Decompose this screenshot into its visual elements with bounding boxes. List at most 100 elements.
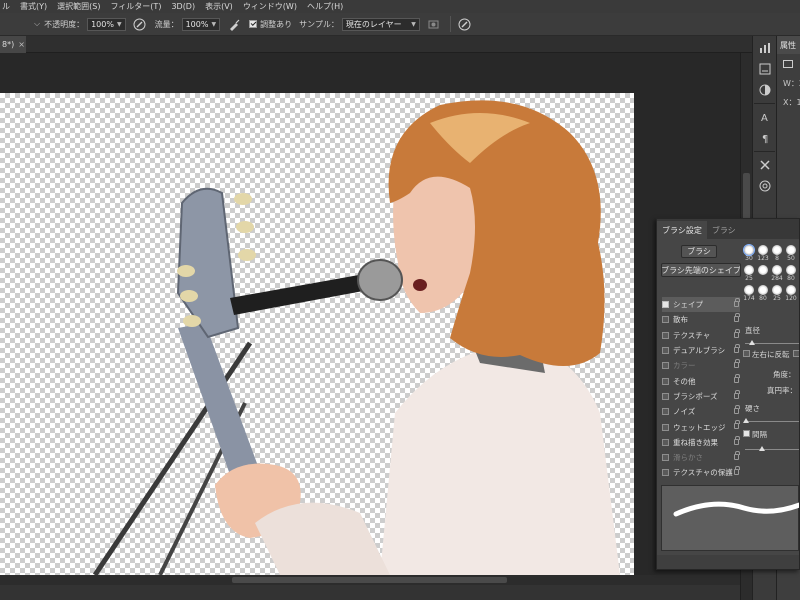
aligned-option[interactable]: 調整あり	[249, 19, 292, 30]
brush-option-row[interactable]: テクスチャの保護	[662, 465, 740, 480]
brush-option-checkbox[interactable]	[662, 454, 669, 462]
brush-tip-preset[interactable]: 8	[771, 245, 783, 263]
brush-option-checkbox[interactable]	[662, 316, 669, 324]
brush-option-checkbox[interactable]	[662, 377, 669, 385]
brush-option-checkbox[interactable]	[662, 469, 669, 477]
lock-icon[interactable]	[734, 374, 740, 384]
brushes-button[interactable]: ブラシ	[681, 245, 717, 258]
brush-option-checkbox[interactable]	[662, 392, 669, 400]
brush-option-checkbox[interactable]	[662, 438, 669, 446]
tool-presets-icon[interactable]	[755, 156, 775, 174]
ignore-adjustment-layers-icon[interactable]	[427, 17, 441, 31]
hardness-slider[interactable]	[745, 421, 799, 422]
spacing-slider[interactable]	[745, 449, 799, 450]
history-icon[interactable]	[755, 60, 775, 78]
brush-option-row[interactable]: 滑らかさ	[662, 450, 740, 465]
lock-icon[interactable]	[734, 466, 740, 476]
brush-tip-preset[interactable]: 174	[743, 285, 755, 303]
brush-tip-preset[interactable]: 50	[785, 245, 797, 263]
tab-brush-settings[interactable]: ブラシ設定	[657, 221, 707, 239]
menu-item-window[interactable]: ウィンドウ(W)	[243, 1, 297, 12]
pressure-opacity-icon[interactable]	[133, 17, 147, 31]
sample-caret-icon[interactable]: ▼	[411, 21, 416, 28]
width-field[interactable]: W：2	[783, 78, 800, 89]
menu-item-filter[interactable]: フィルター(T)	[110, 1, 161, 12]
menu-item-select[interactable]: 選択範囲(S)	[57, 1, 100, 12]
x-field[interactable]: X：1	[783, 97, 800, 108]
brush-tip-preset[interactable]: 284	[771, 265, 783, 283]
libraries-icon[interactable]	[755, 177, 775, 195]
brush-tip-preset[interactable]	[757, 265, 769, 283]
flow-field[interactable]: 100% ▼	[181, 17, 221, 31]
menu-item-help[interactable]: ヘルプ(H)	[307, 1, 343, 12]
lock-icon[interactable]	[734, 450, 740, 460]
lock-icon[interactable]	[734, 328, 740, 338]
brush-option-checkbox[interactable]	[662, 408, 669, 416]
aligned-checkbox[interactable]	[249, 20, 258, 28]
lock-icon[interactable]	[734, 313, 740, 323]
paragraph-icon[interactable]: ¶	[755, 129, 775, 147]
canvas-area[interactable]	[0, 53, 752, 600]
lock-icon[interactable]	[734, 405, 740, 415]
document-canvas[interactable]	[0, 93, 634, 575]
sample-label: サンプル：	[299, 19, 339, 29]
brush-option-row[interactable]: 重ね描き効果	[662, 435, 740, 450]
tab-brushes[interactable]: ブラシ	[707, 221, 741, 239]
brush-tip-preset[interactable]: 80	[757, 285, 769, 303]
menu-item-layer[interactable]: ル	[2, 1, 10, 12]
opacity-field[interactable]: 100% ▼	[87, 17, 126, 31]
hardness-slider-knob[interactable]	[743, 418, 749, 423]
brush-option-row[interactable]: 散布	[662, 312, 740, 327]
brush-option-row[interactable]: その他	[662, 373, 740, 388]
brush-tip-preset[interactable]: 30	[743, 244, 755, 263]
opacity-caret-icon[interactable]: ▼	[117, 21, 122, 28]
brush-option-row[interactable]: デュアルブラシ	[662, 343, 740, 358]
spacing-checkbox[interactable]	[743, 430, 750, 437]
brush-option-checkbox[interactable]	[662, 423, 669, 431]
brush-tip-icon	[743, 244, 755, 256]
pressure-size-icon[interactable]	[458, 17, 472, 31]
brush-option-row[interactable]: ノイズ	[662, 404, 740, 419]
brush-option-row[interactable]: ウェットエッジ	[662, 419, 740, 434]
size-slider-knob[interactable]	[749, 340, 755, 345]
brush-option-row[interactable]: テクスチャ	[662, 328, 740, 343]
brush-tip-preset[interactable]: 120	[785, 285, 797, 303]
horizontal-scroll-thumb[interactable]	[232, 577, 507, 583]
lock-icon[interactable]	[734, 298, 740, 307]
brush-tip-preset[interactable]: 25	[743, 265, 755, 283]
brush-tip-preset[interactable]: 25	[771, 285, 783, 303]
flip-y-checkbox[interactable]	[793, 350, 799, 357]
brush-option-checkbox[interactable]	[662, 301, 669, 309]
brush-option-row[interactable]: カラー	[662, 358, 740, 373]
brush-option-checkbox[interactable]	[662, 331, 669, 339]
brush-option-checkbox[interactable]	[662, 347, 669, 355]
properties-tab[interactable]: 属性	[777, 36, 800, 54]
horizontal-scrollbar[interactable]	[0, 575, 740, 585]
brush-option-row[interactable]: ブラシポーズ	[662, 389, 740, 404]
close-tab-icon[interactable]: ×	[18, 40, 25, 49]
brush-tip-preset[interactable]: 123	[757, 245, 769, 263]
brush-option-checkbox[interactable]	[662, 362, 669, 370]
lock-icon[interactable]	[734, 359, 740, 369]
mode-dropdown-caret[interactable]: ⌵	[34, 19, 40, 29]
document-tab[interactable]: 8*) ×	[0, 36, 26, 53]
brush-tip-size: 8	[775, 255, 779, 262]
character-icon[interactable]: A	[755, 108, 775, 126]
lock-icon[interactable]	[734, 435, 740, 445]
lock-icon[interactable]	[734, 420, 740, 430]
sample-dropdown[interactable]: 現在のレイヤー ▼	[341, 17, 420, 31]
adjustments-icon[interactable]	[755, 81, 775, 99]
lock-icon[interactable]	[734, 343, 740, 353]
flow-caret-icon[interactable]: ▼	[211, 21, 216, 28]
histogram-icon[interactable]	[755, 39, 775, 57]
brush-tip-shape-button[interactable]: ブラシ先端のシェイプ	[661, 263, 741, 277]
menu-item-3d[interactable]: 3D(D)	[171, 2, 195, 11]
menu-item-view[interactable]: 表示(V)	[205, 1, 233, 12]
brush-option-row[interactable]: シェイプ	[662, 297, 740, 313]
menu-item-type[interactable]: 書式(Y)	[20, 1, 47, 12]
spacing-slider-knob[interactable]	[759, 446, 765, 451]
airbrush-icon[interactable]	[227, 17, 241, 31]
lock-icon[interactable]	[734, 389, 740, 399]
flip-x-checkbox[interactable]	[743, 350, 750, 357]
brush-tip-preset[interactable]: 80	[785, 265, 797, 283]
